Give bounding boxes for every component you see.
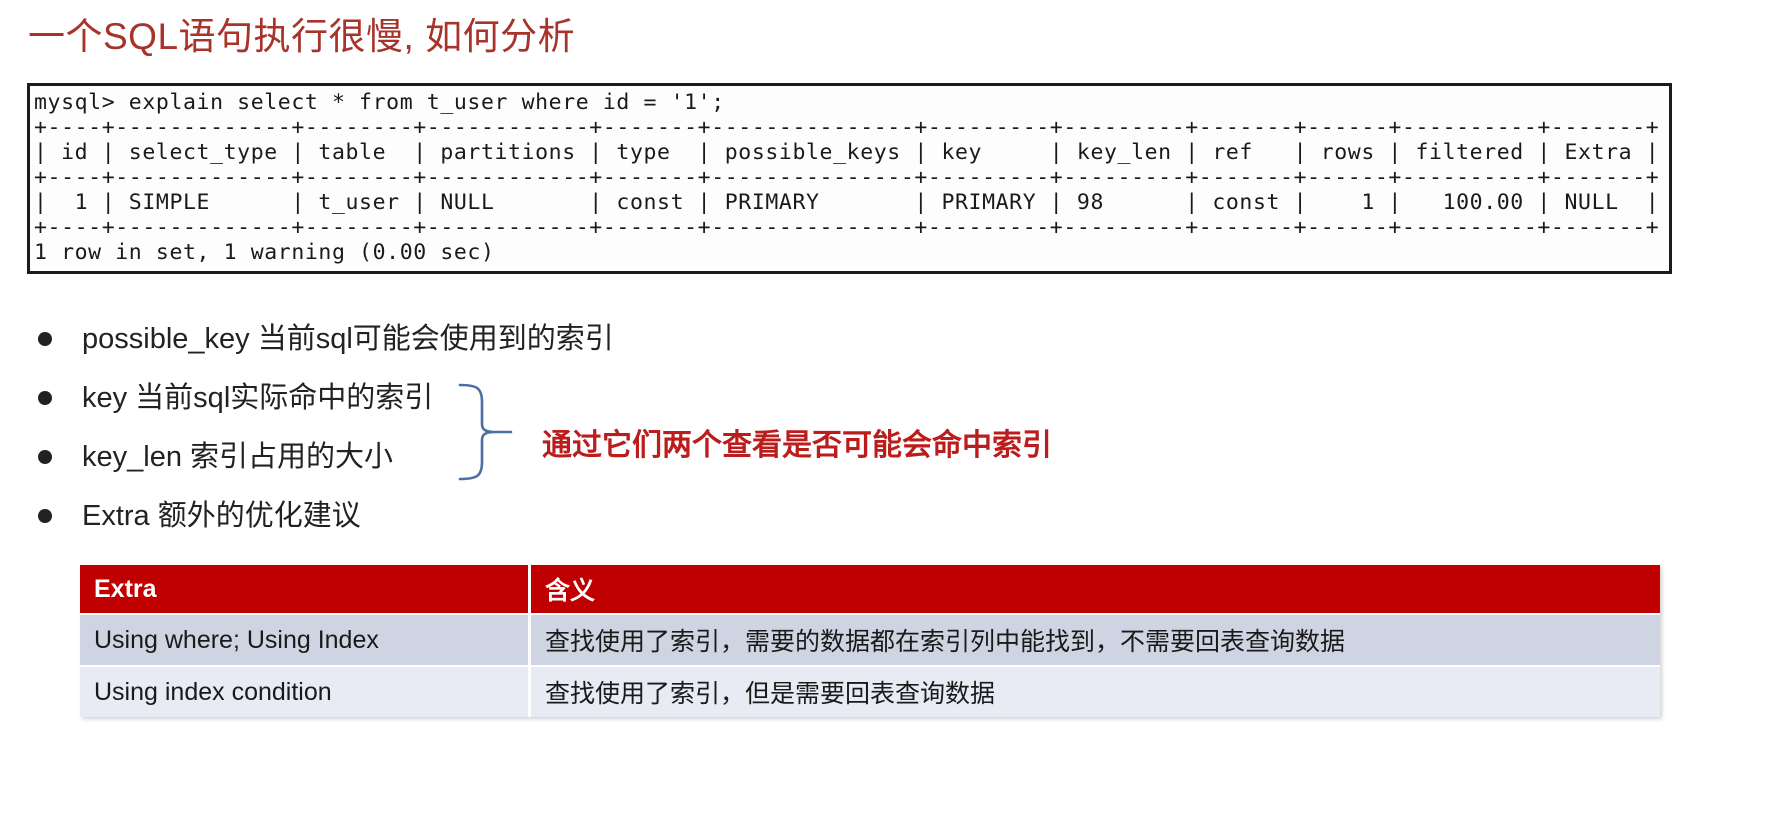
bullet-dot-icon bbox=[38, 450, 52, 464]
bullet-dot-icon bbox=[38, 332, 52, 346]
bullet-dot-icon bbox=[38, 391, 52, 405]
extra-meaning-table: Extra 含义 Using where; Using Index 查找使用了索… bbox=[80, 565, 1660, 717]
mysql-explain-text: mysql> explain select * from t_user wher… bbox=[34, 90, 1660, 265]
curly-brace-svg bbox=[458, 383, 513, 481]
table-header-row: Extra 含义 bbox=[80, 565, 1660, 614]
bullet-dot-icon bbox=[38, 509, 52, 523]
table-header: Extra 含义 bbox=[80, 565, 1660, 614]
table-row: Using index condition 查找使用了索引，但是需要回表查询数据 bbox=[80, 665, 1660, 717]
table-row: Using where; Using Index 查找使用了索引，需要的数据都在… bbox=[80, 613, 1660, 666]
table-body: Using where; Using Index 查找使用了索引，需要的数据都在… bbox=[80, 613, 1660, 717]
list-item-label: possible_key 当前sql可能会使用到的索引 bbox=[82, 323, 614, 355]
mysql-explain-terminal: mysql> explain select * from t_user wher… bbox=[27, 83, 1672, 274]
list-item: possible_key 当前sql可能会使用到的索引 bbox=[38, 320, 798, 358]
cell-extra: Using where; Using Index bbox=[80, 613, 531, 666]
list-item: key 当前sql实际命中的索引 bbox=[38, 379, 798, 417]
annotation-text: 通过它们两个查看是否可能会命中索引 bbox=[542, 429, 1052, 462]
cell-meaning: 查找使用了索引，需要的数据都在索引列中能找到，不需要回表查询数据 bbox=[529, 613, 1660, 666]
column-header-extra: Extra bbox=[80, 565, 531, 614]
page-title: 一个SQL语句执行很慢, 如何分析 bbox=[28, 16, 576, 57]
list-item: Extra 额外的优化建议 bbox=[38, 497, 798, 535]
curly-brace-icon bbox=[455, 382, 515, 482]
cell-meaning: 查找使用了索引，但是需要回表查询数据 bbox=[529, 665, 1660, 717]
list-item-label: Extra 额外的优化建议 bbox=[82, 500, 361, 532]
list-item-label: key_len 索引占用的大小 bbox=[82, 441, 394, 473]
column-header-meaning: 含义 bbox=[529, 565, 1660, 614]
cell-extra: Using index condition bbox=[80, 665, 531, 717]
list-item-label: key 当前sql实际命中的索引 bbox=[82, 382, 434, 414]
